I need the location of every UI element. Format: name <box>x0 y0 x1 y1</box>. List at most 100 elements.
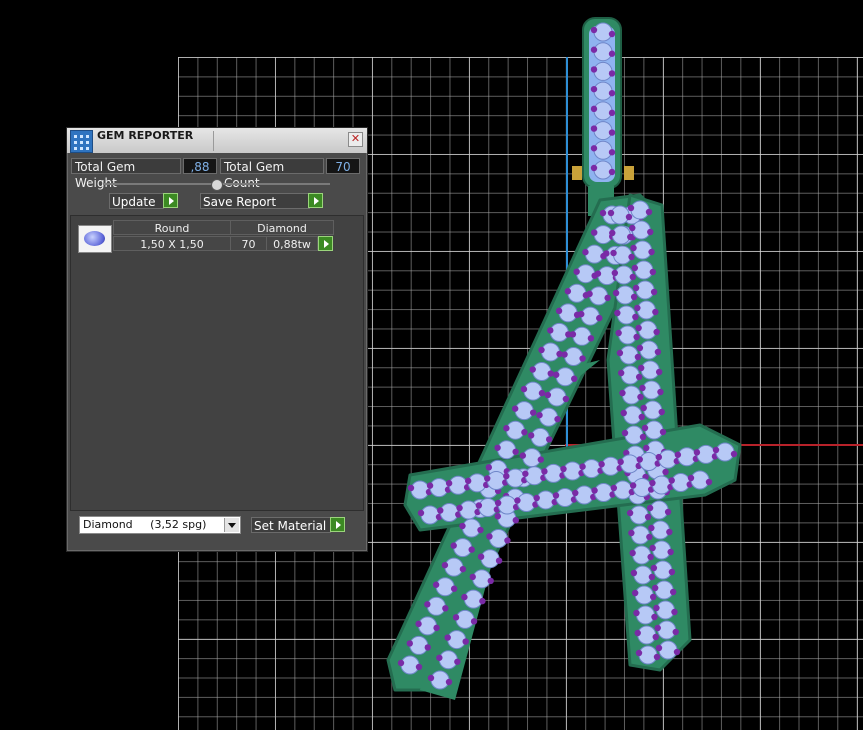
prong <box>494 499 502 507</box>
prong <box>649 479 656 487</box>
gem-stone <box>650 520 670 540</box>
prong <box>586 290 593 298</box>
gem-stone <box>715 442 735 462</box>
bail-clasp-left <box>572 166 582 180</box>
prong <box>590 26 598 34</box>
update-play-arrow-icon[interactable] <box>163 193 178 208</box>
prong <box>608 89 616 97</box>
gem-stone <box>564 347 584 367</box>
prong <box>560 465 567 473</box>
gem-stone <box>524 466 544 486</box>
panel-titlebar[interactable]: GEM REPORTER ✕ <box>67 128 367 153</box>
prong <box>590 105 598 113</box>
prong <box>486 533 493 540</box>
prong <box>649 593 657 601</box>
prong <box>603 250 610 257</box>
gem-stone <box>643 400 663 420</box>
prong <box>397 659 405 667</box>
prong <box>667 548 674 556</box>
material-select[interactable]: Diamond (3,52 spg) <box>79 516 241 534</box>
prong <box>631 589 639 597</box>
prong <box>599 209 607 217</box>
gem-stone <box>480 549 500 569</box>
gem-stone <box>671 473 691 492</box>
prong <box>424 601 431 608</box>
prong <box>578 310 585 318</box>
gem-stone <box>651 475 671 495</box>
prong <box>590 125 598 132</box>
row-play-arrow-icon[interactable] <box>318 236 333 251</box>
prong <box>417 509 425 517</box>
gem-count-cell: 70 <box>230 236 267 251</box>
prong <box>664 508 672 516</box>
gem-stone <box>658 449 678 469</box>
gem-stone <box>463 589 483 609</box>
prong <box>529 366 536 373</box>
gem-stone <box>549 322 569 342</box>
chevron-down-icon[interactable] <box>224 518 239 532</box>
gem-stone <box>631 220 651 240</box>
prong <box>579 355 586 362</box>
close-icon[interactable]: ✕ <box>348 132 363 147</box>
set-material-play-arrow-icon[interactable] <box>330 517 345 532</box>
prong <box>426 482 434 489</box>
prong <box>594 270 602 277</box>
gem-stone <box>497 440 517 460</box>
total-gem-weight-value: ,88 <box>183 158 217 174</box>
gem-stone <box>653 560 673 580</box>
prong <box>693 449 701 456</box>
save-report-play-arrow-icon[interactable] <box>308 193 323 208</box>
prong <box>612 289 620 297</box>
prong <box>662 468 669 476</box>
prong <box>632 284 640 292</box>
prong <box>640 404 647 412</box>
prong <box>494 513 501 520</box>
prong <box>511 405 519 412</box>
prong <box>671 608 678 616</box>
gem-stone <box>429 478 449 498</box>
prong <box>608 168 616 176</box>
prong <box>672 628 679 636</box>
save-report-button[interactable]: Save Report <box>200 193 310 209</box>
gem-stone <box>459 500 479 520</box>
gem-material-cell: Diamond <box>230 220 334 235</box>
gem-stone <box>478 498 498 517</box>
gem-stone <box>618 325 638 345</box>
gem-stone <box>584 244 604 264</box>
prong <box>547 327 554 334</box>
gem-stone <box>448 475 468 495</box>
gem-stone <box>639 340 659 360</box>
prong <box>604 294 611 302</box>
gem-stone <box>620 454 640 474</box>
prong <box>653 328 660 336</box>
update-button[interactable]: Update <box>109 193 164 209</box>
prong <box>573 268 580 275</box>
prong <box>655 453 663 461</box>
prong <box>527 432 535 439</box>
gem-stone <box>636 300 656 320</box>
prong <box>648 248 655 256</box>
prong <box>611 269 619 277</box>
prong <box>730 450 738 458</box>
gem-list[interactable] <box>70 215 364 511</box>
gem-stone <box>633 565 653 585</box>
set-material-button[interactable]: Set Material <box>251 517 331 533</box>
prong <box>590 164 598 172</box>
slider-handle[interactable] <box>211 179 223 191</box>
prong <box>415 620 422 628</box>
gem-stone <box>514 401 534 421</box>
gem-stone <box>547 387 567 407</box>
prong <box>608 149 616 156</box>
gem-reporter-icon <box>70 130 93 153</box>
gem-stone <box>576 264 596 284</box>
gem-stone <box>633 240 653 260</box>
titlebar-divider <box>213 131 214 151</box>
prong <box>536 411 543 419</box>
prong <box>590 85 598 93</box>
prong <box>485 464 493 471</box>
prong <box>705 478 713 486</box>
prong <box>646 504 654 512</box>
prong <box>596 314 603 322</box>
gem-stone <box>400 655 420 675</box>
gem-stone <box>567 283 587 303</box>
